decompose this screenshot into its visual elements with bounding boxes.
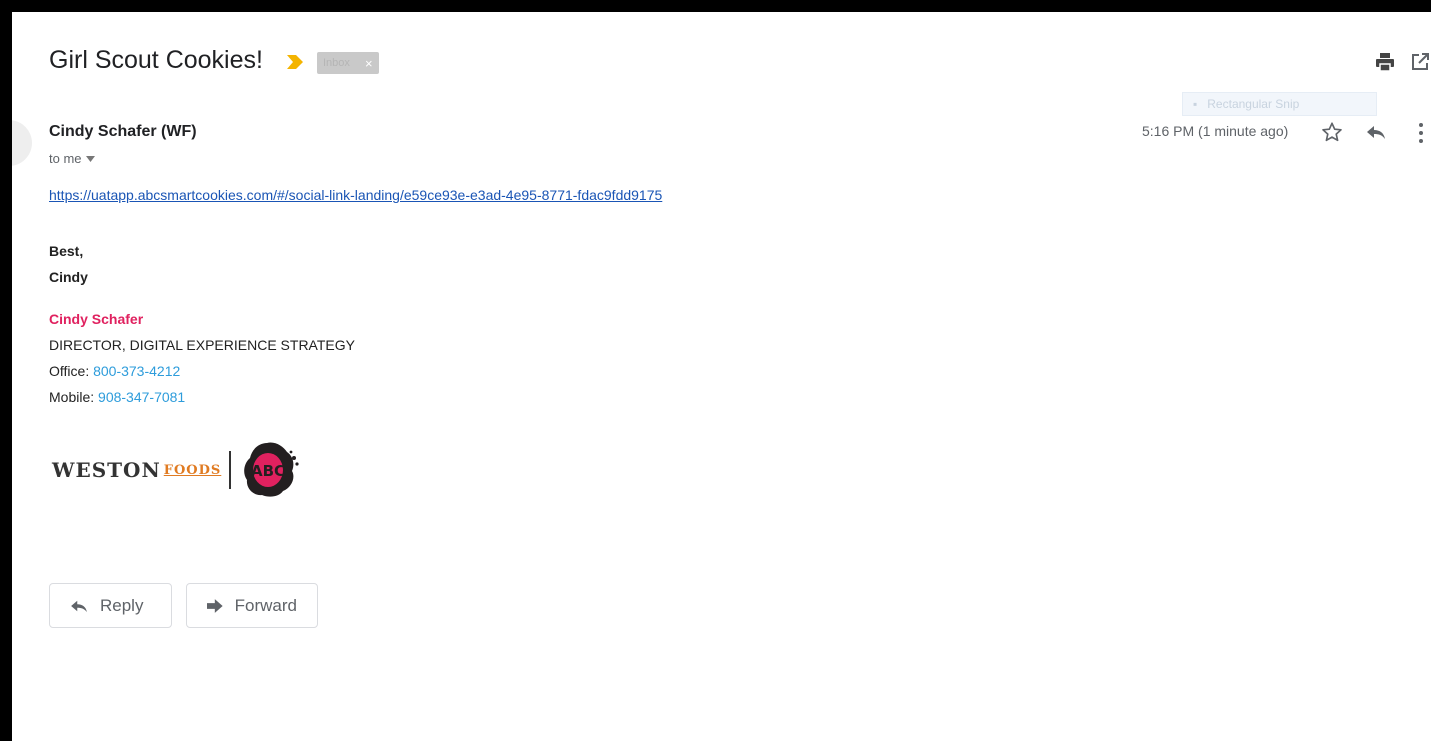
weston-foods-logo: WESTON FOODS ABC <box>52 440 299 500</box>
sender-name[interactable]: Cindy Schafer (WF) <box>49 123 197 141</box>
svg-text:ABC: ABC <box>251 462 285 480</box>
snip-icon: ▪ <box>1193 97 1198 111</box>
office-phone-link[interactable]: 800-373-4212 <box>93 363 180 379</box>
importance-marker-icon[interactable] <box>286 54 304 70</box>
recipient-label: to me <box>49 151 82 166</box>
remove-label-icon[interactable]: × <box>365 56 373 71</box>
office-label: Office: <box>49 363 94 379</box>
caret-down-icon[interactable] <box>85 155 95 162</box>
inbox-label-chip[interactable]: Inbox × <box>317 52 379 74</box>
email-subject: Girl Scout Cookies! <box>49 46 263 74</box>
mobile-phone-link[interactable]: 908-347-7081 <box>98 389 185 405</box>
star-icon[interactable] <box>1321 121 1343 143</box>
closing: Best, Cindy <box>49 238 88 290</box>
message-timestamp: 5:16 PM (1 minute ago) <box>1142 123 1289 139</box>
closing-line-1: Best, <box>49 243 84 259</box>
snip-tooltip-label: Rectangular Snip <box>1207 97 1300 111</box>
signature-mobile: Mobile: 908-347-7081 <box>49 389 185 405</box>
reply-button[interactable]: Reply <box>49 583 172 628</box>
forward-button-label: Forward <box>234 595 297 615</box>
signature-title: DIRECTOR, DIGITAL EXPERIENCE STRATEGY <box>49 337 355 353</box>
abc-badge-icon: ABC <box>244 442 299 497</box>
logo-foods-text: FOODS <box>163 462 222 478</box>
reply-button-label: Reply <box>100 595 144 615</box>
open-in-new-window-icon[interactable] <box>1410 52 1430 72</box>
mobile-label: Mobile: <box>49 389 99 405</box>
forward-icon <box>207 598 223 613</box>
rectangular-snip-tooltip: ▪ Rectangular Snip <box>1182 92 1377 116</box>
recipient-details[interactable]: to me <box>49 151 95 166</box>
logo-weston-text: WESTON <box>52 458 161 482</box>
signature-office: Office: 800-373-4212 <box>49 363 180 379</box>
print-icon[interactable] <box>1375 52 1395 72</box>
more-vertical-icon[interactable] <box>1418 122 1424 144</box>
avatar <box>12 120 32 166</box>
label-chip-text: Inbox <box>323 57 350 69</box>
forward-button[interactable]: Forward <box>186 583 318 628</box>
reply-icon <box>71 600 87 612</box>
logo-divider <box>229 451 232 489</box>
email-view: Girl Scout Cookies! Inbox × ▪ Rectangula… <box>12 12 1431 741</box>
signature-name: Cindy Schafer <box>49 311 144 327</box>
reply-icon[interactable] <box>1366 124 1386 140</box>
social-landing-link[interactable]: https://uatapp.abcsmartcookies.com/#/soc… <box>49 187 662 203</box>
closing-line-2: Cindy <box>49 269 88 285</box>
